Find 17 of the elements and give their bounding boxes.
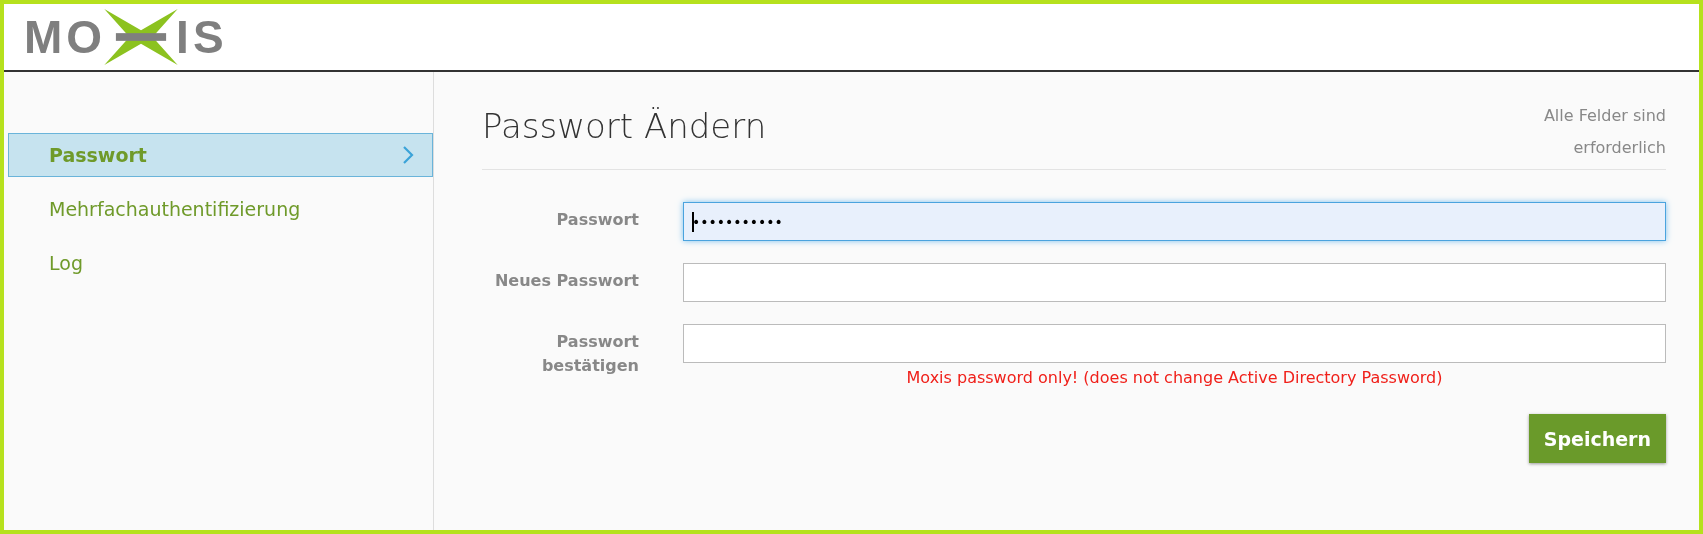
page-title: Passwort Ändern [482,106,767,146]
field-label: Passwort [555,209,639,231]
chevron-right-icon [402,145,414,165]
logo-text: MO [24,14,107,60]
required-note: Alle Felder sind erforderlich [1542,105,1666,159]
save-button[interactable]: Speichern [1528,414,1666,463]
warning-text: Moxis password only! (does not change Active Directory Password) [905,368,1444,387]
sidebar-item[interactable]: Passwort [8,133,433,177]
field-label: Passwort bestätigen [540,331,639,377]
input-field[interactable] [683,263,1666,302]
input-field[interactable]: ••••••••••• [683,202,1666,241]
input-field[interactable] [683,324,1666,363]
sidebar-item[interactable]: Mehrfachauthentifizierung [8,187,433,231]
sidebar-item[interactable]: Log [8,241,433,285]
field-label: Neues Passwort [493,270,639,292]
logo-text: IS [176,14,228,60]
text-cursor [692,212,694,232]
